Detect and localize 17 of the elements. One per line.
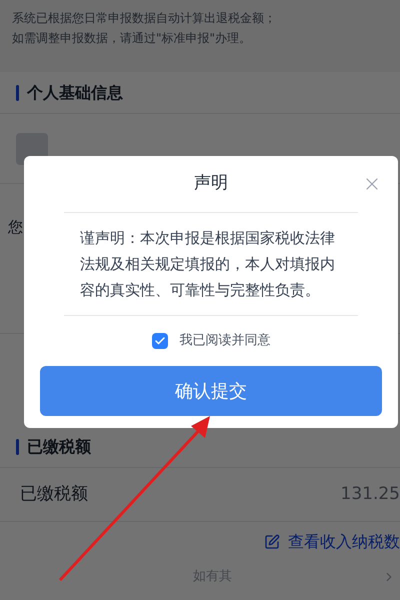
section-title: 个人基础信息 [27, 82, 123, 104]
row-label: 您 [8, 217, 23, 238]
amount-value: 131.25 [340, 482, 400, 506]
section-marker [16, 438, 19, 454]
check-icon [154, 335, 166, 347]
section-title: 已缴税额 [27, 436, 91, 458]
section-marker [16, 84, 19, 100]
dialog-title: 声明 [194, 172, 228, 196]
edit-icon [264, 534, 280, 550]
agree-checkbox[interactable] [152, 333, 168, 349]
confirm-submit-button[interactable]: 确认提交 [40, 366, 382, 416]
notice-text: 如需调整申报数据，请通过"标准申报"办理。 [12, 30, 252, 47]
row-label: 已缴税额 [20, 482, 88, 506]
declaration-text: 谨声明：本次申报是根据国家税收法律法规及相关规定填报的，本人对填报内容的真实性、可靠性与完整性负责。 [79, 228, 336, 301]
data-link[interactable]: 查看收入纳税数 [288, 530, 400, 554]
notice-text: 系统已根据您日常申报数据自动计算出退税金额； [12, 10, 277, 27]
agree-label: 我已阅读并同意 [180, 332, 270, 350]
